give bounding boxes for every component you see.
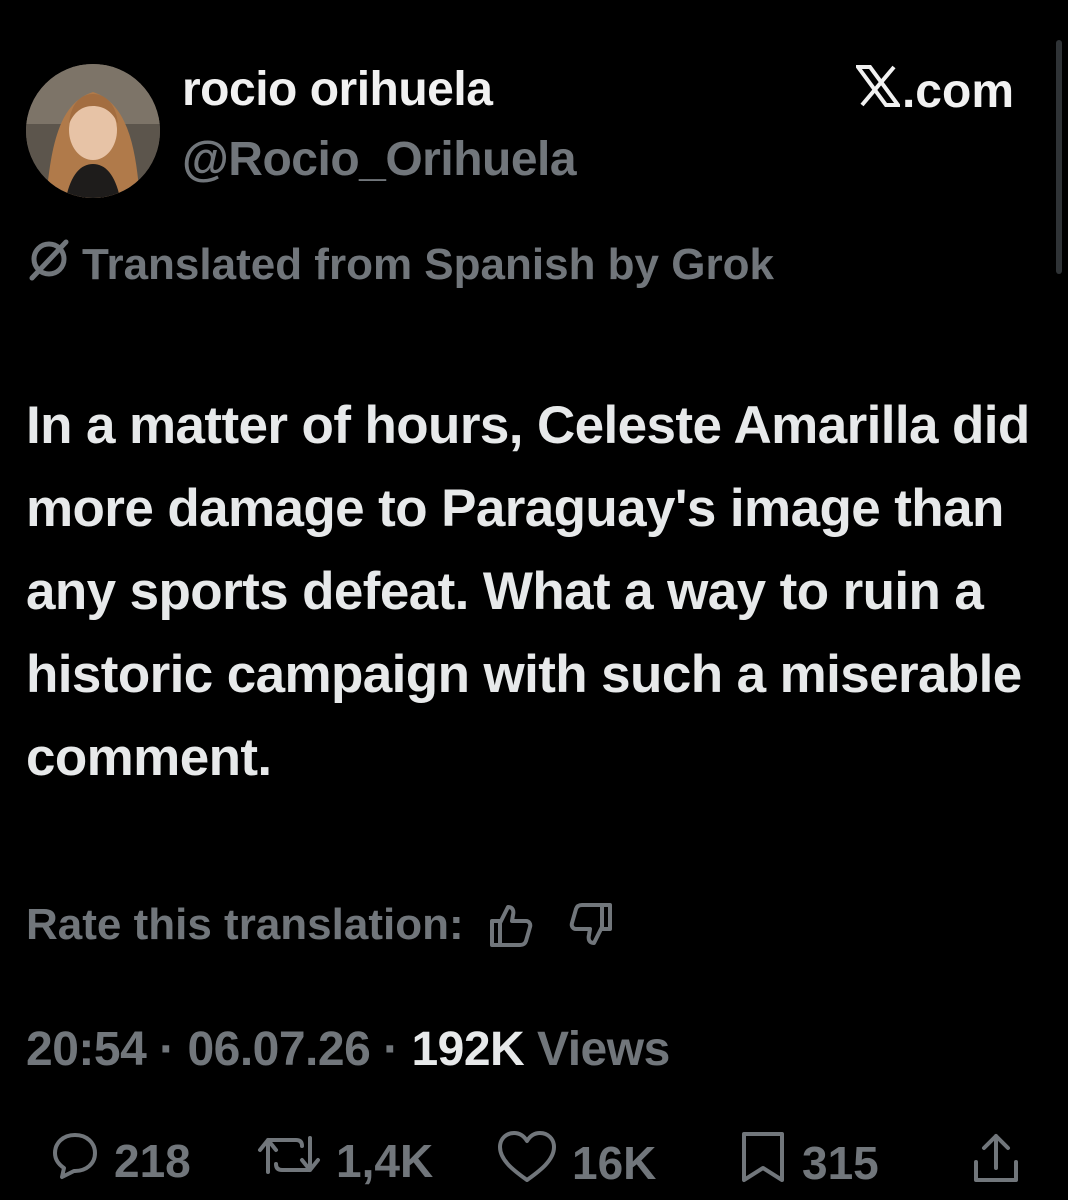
scrollbar[interactable] xyxy=(1056,40,1062,274)
rate-translation: Rate this translation: xyxy=(26,900,616,950)
repost-button[interactable]: 1,4K xyxy=(256,1130,433,1191)
avatar[interactable] xyxy=(26,64,160,198)
thumbs-up-icon[interactable] xyxy=(486,901,534,949)
reply-count: 218 xyxy=(114,1134,191,1187)
bookmark-button[interactable]: 315 xyxy=(738,1130,879,1195)
rate-translation-label: Rate this translation: xyxy=(26,900,464,949)
share-icon xyxy=(970,1130,1022,1197)
thumbs-down-icon[interactable] xyxy=(568,901,616,949)
repost-count: 1,4K xyxy=(336,1134,434,1187)
views-label[interactable]: Views xyxy=(537,1023,670,1076)
reply-icon xyxy=(50,1130,100,1191)
author-name[interactable]: rocio orihuela xyxy=(182,62,493,117)
translation-notice: Translated from Spanish by Grok xyxy=(26,236,774,293)
brand-label: .com xyxy=(901,65,1014,118)
tweet-text: In a matter of hours, Celeste Amarilla d… xyxy=(26,396,1030,787)
x-logo-icon xyxy=(854,64,902,119)
like-count: 16K xyxy=(572,1136,657,1189)
heart-icon xyxy=(496,1130,558,1195)
avatar-photo xyxy=(26,64,160,198)
author-handle[interactable]: @Rocio_Orihuela xyxy=(182,132,577,187)
bookmark-count: 315 xyxy=(802,1136,879,1189)
views-count[interactable]: 192K xyxy=(411,1023,524,1076)
action-bar: 218 1,4K 16K 315 xyxy=(0,1130,1068,1190)
bookmark-icon xyxy=(738,1130,788,1195)
tweet-time[interactable]: 20:54 xyxy=(26,1023,147,1076)
translation-notice-text[interactable]: Translated from Spanish by Grok xyxy=(82,240,774,290)
meta-separator: · xyxy=(159,1023,175,1076)
reply-button[interactable]: 218 xyxy=(50,1130,191,1191)
share-button[interactable] xyxy=(970,1130,1022,1197)
grok-icon xyxy=(26,236,72,293)
brand: .com xyxy=(854,64,1014,119)
like-button[interactable]: 16K xyxy=(496,1130,656,1195)
tweet-date[interactable]: 06.07.26 xyxy=(187,1023,370,1076)
repost-icon xyxy=(256,1130,322,1191)
tweet-meta: 20:54 · 06.07.26 · 192K Views xyxy=(26,1022,670,1077)
meta-separator: · xyxy=(383,1023,399,1076)
